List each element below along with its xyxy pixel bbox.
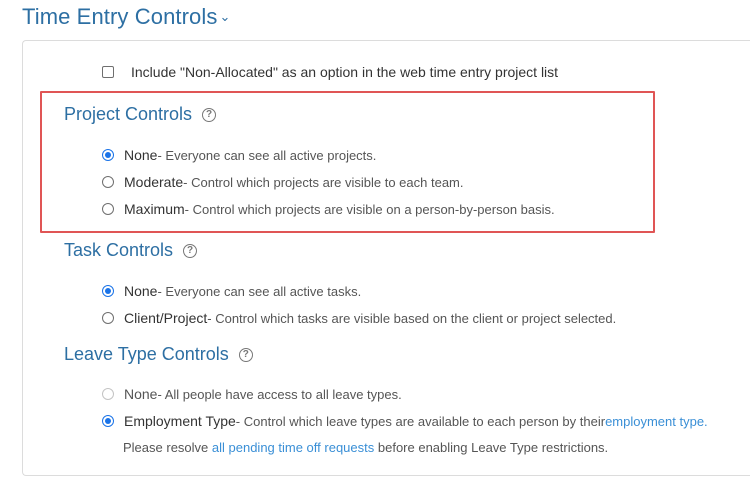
question-circle-icon[interactable]: ?	[183, 243, 198, 258]
option-desc: - All people have access to all leave ty…	[157, 386, 402, 402]
option-name: None	[124, 147, 158, 163]
project-none-radio[interactable]	[102, 149, 114, 161]
page: Time Entry Controls ⌄ Include "Non-Alloca…	[0, 0, 750, 496]
option-desc: - Everyone can see all active projects.	[157, 147, 377, 163]
option-desc: - Control which projects are visible on …	[184, 201, 555, 217]
option-name: Moderate	[124, 174, 184, 190]
leave-note: Please resolve all pending time off requ…	[123, 440, 608, 455]
task-option-client-project[interactable]: Client/Project - Control which tasks are…	[102, 310, 616, 326]
leave-option-employment-type[interactable]: Employment Type - Control which leave ty…	[102, 413, 708, 429]
project-option-maximum[interactable]: Maximum - Control which projects are vis…	[102, 201, 555, 217]
option-name: Employment Type	[124, 413, 236, 429]
task-option-none[interactable]: None - Everyone can see all active tasks…	[102, 283, 361, 299]
question-circle-icon[interactable]: ?	[238, 347, 253, 362]
leave-controls-title-text: Leave Type Controls	[64, 344, 229, 364]
leave-none-radio	[102, 388, 114, 400]
note-suffix: before enabling Leave Type restrictions.	[374, 440, 609, 455]
leave-controls-title: Leave Type Controls ?	[64, 344, 253, 365]
option-desc: - Control which projects are visible to …	[183, 174, 464, 190]
section-title: Time Entry Controls	[22, 4, 218, 29]
option-name: None	[124, 283, 158, 299]
project-controls-title-text: Project Controls	[64, 104, 193, 124]
option-desc: - Control which tasks are visible based …	[207, 310, 617, 326]
project-option-none[interactable]: None - Everyone can see all active proje…	[102, 147, 376, 163]
project-maximum-radio[interactable]	[102, 203, 114, 215]
project-option-moderate[interactable]: Moderate - Control which projects are vi…	[102, 174, 464, 190]
note-prefix: Please resolve	[123, 440, 212, 455]
leave-option-none: None - All people have access to all lea…	[102, 386, 402, 402]
task-none-radio[interactable]	[102, 285, 114, 297]
leave-employment-type-radio[interactable]	[102, 415, 114, 427]
option-desc: - Everyone can see all active tasks.	[157, 283, 362, 299]
project-moderate-radio[interactable]	[102, 176, 114, 188]
option-desc: - Control which leave types are availabl…	[235, 413, 606, 429]
section-header[interactable]: Time Entry Controls ⌄	[22, 4, 230, 30]
non-allocated-row[interactable]: Include "Non-Allocated" as an option in …	[102, 64, 558, 80]
non-allocated-checkbox[interactable]	[102, 66, 114, 78]
project-controls-title: Project Controls ?	[64, 104, 217, 125]
option-name: None	[124, 386, 158, 402]
question-circle-icon[interactable]: ?	[202, 107, 217, 122]
chevron-down-icon[interactable]: ⌄	[219, 9, 230, 25]
task-controls-title-text: Task Controls	[64, 240, 174, 260]
option-name: Maximum	[124, 201, 185, 217]
task-controls-title: Task Controls ?	[64, 240, 198, 261]
option-name: Client/Project	[124, 310, 208, 326]
employment-type-link[interactable]: employment type.	[605, 414, 708, 429]
non-allocated-label: Include "Non-Allocated" as an option in …	[131, 64, 559, 80]
task-client-project-radio[interactable]	[102, 312, 114, 324]
pending-requests-link[interactable]: all pending time off requests	[212, 440, 374, 455]
